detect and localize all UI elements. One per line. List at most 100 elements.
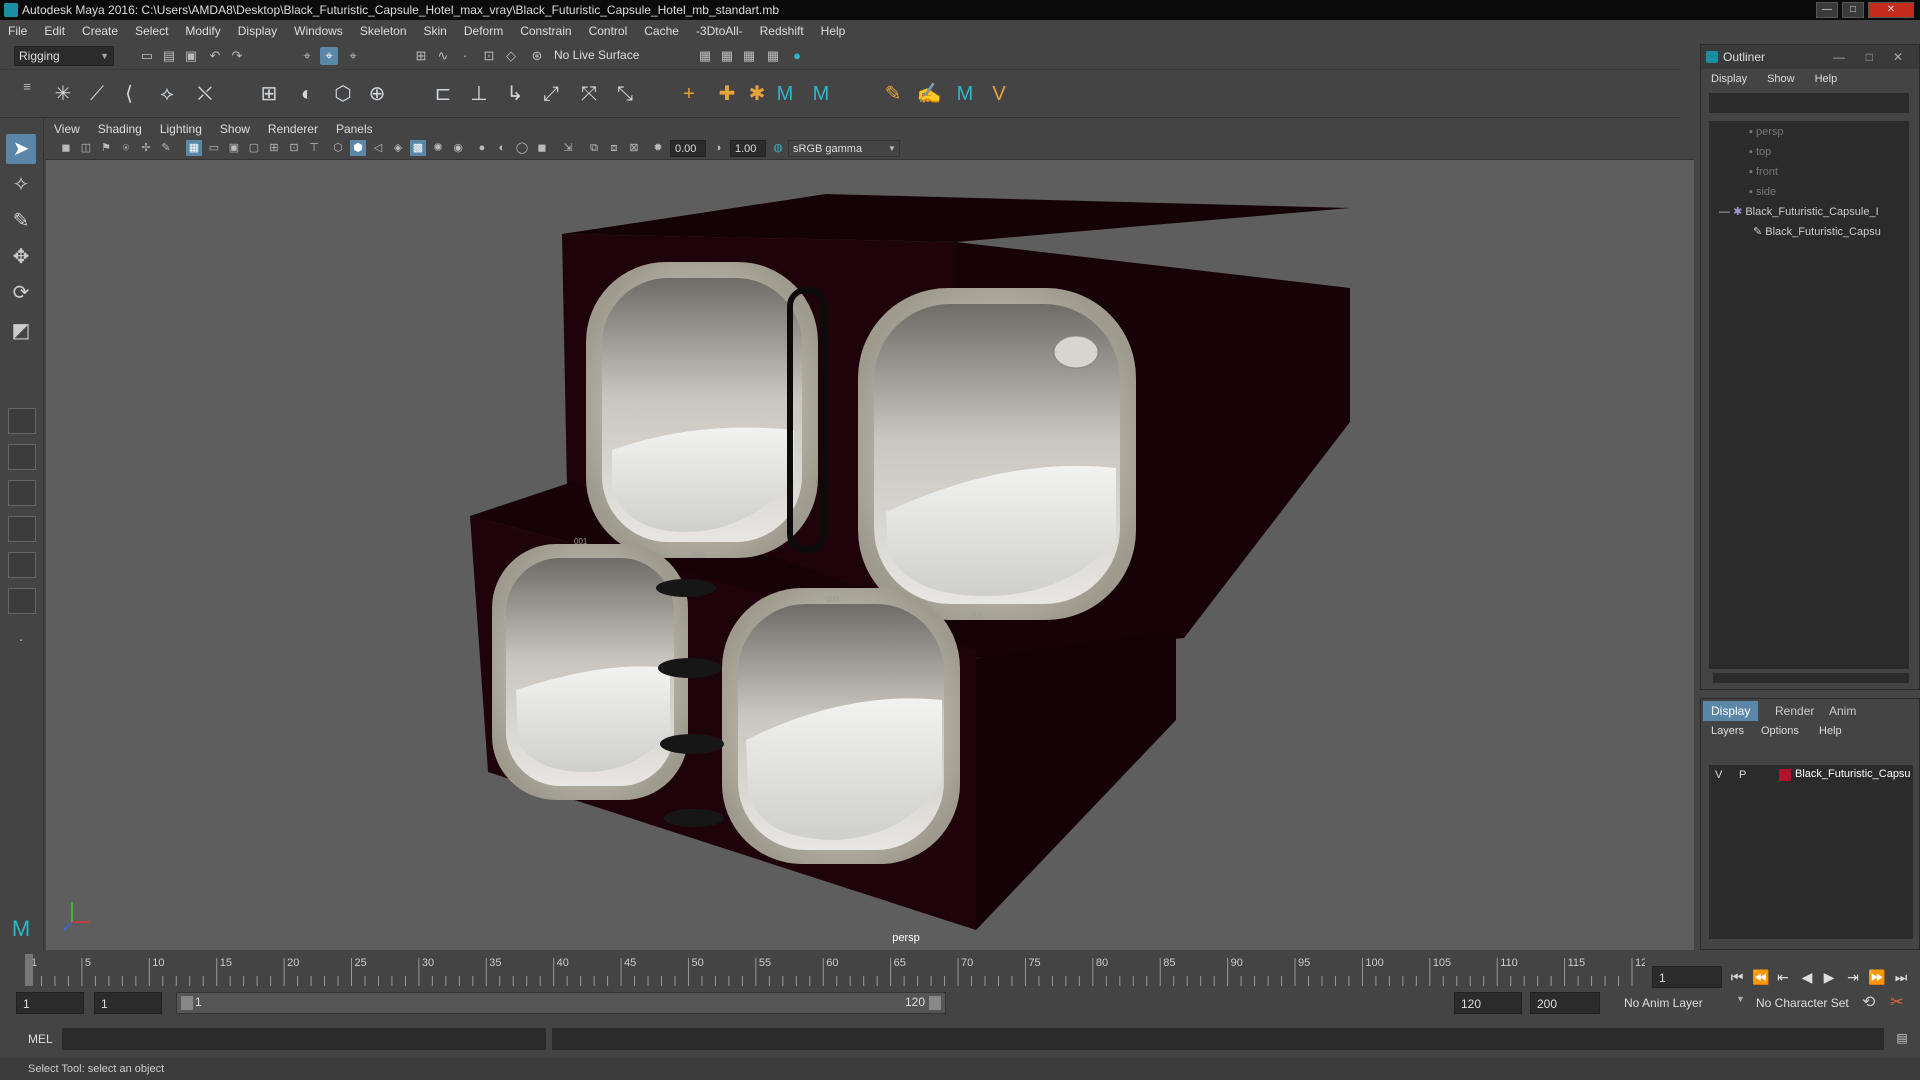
range-end-handle[interactable] [929, 996, 941, 1010]
hud-icon[interactable]: ⧉ [586, 140, 602, 156]
outliner-item-persp[interactable]: ▪ persp [1749, 123, 1784, 141]
orient-constraint-icon[interactable]: ↳ [500, 80, 530, 108]
layer-tab-anim[interactable]: Anim [1821, 701, 1864, 721]
paint-tool-icon[interactable]: ✎ [878, 80, 908, 108]
menu-control[interactable]: Control [581, 20, 637, 42]
camera-attributes-icon[interactable]: ◫ [78, 140, 94, 156]
select-object-icon[interactable]: ⌖ [320, 47, 338, 65]
anti-alias-icon[interactable]: ⊠ [626, 140, 642, 156]
panel-menu-show[interactable]: Show [212, 122, 260, 136]
paint-weights-icon[interactable]: ◐ [292, 80, 322, 108]
auto-key-icon[interactable]: ⟲ [1862, 992, 1875, 1012]
gate-mask-icon[interactable]: ▢ [246, 140, 262, 156]
color-management-icon[interactable]: ◍ [770, 140, 786, 156]
hypershade-icon[interactable]: ● [788, 47, 806, 65]
lasso-tool-icon[interactable]: ✧ [6, 170, 36, 200]
shelf-menu-icon[interactable]: ≡ [18, 78, 36, 96]
playback-end-field[interactable]: 120 [1454, 992, 1522, 1014]
outliner-minimize-icon[interactable]: — [1833, 45, 1845, 69]
ipr-render-icon[interactable]: ▦ [740, 47, 758, 65]
minimize-button[interactable]: — [1816, 2, 1838, 18]
panel-menu-view[interactable]: View [46, 122, 90, 136]
menu-edit[interactable]: Edit [36, 20, 74, 42]
menu-skeleton[interactable]: Skeleton [352, 20, 416, 42]
script-language-label[interactable]: MEL [28, 1032, 53, 1046]
step-forward-key-icon[interactable]: ⏩ [1868, 968, 1886, 986]
pole-vector-icon[interactable]: ⤡ [610, 80, 640, 108]
gamma-field[interactable]: 1.00 [730, 140, 766, 157]
wireframe-icon[interactable]: ⬡ [330, 140, 346, 156]
menu-skin[interactable]: Skin [416, 20, 456, 42]
close-button[interactable]: ✕ [1868, 2, 1914, 18]
outliner-menu-help[interactable]: Help [1805, 73, 1848, 85]
current-time-marker[interactable] [25, 954, 33, 986]
menu-select[interactable]: Select [127, 20, 177, 42]
exposure-field[interactable]: 0.00 [670, 140, 706, 157]
play-forward-icon[interactable]: ▶ [1820, 968, 1838, 986]
layer-menu-layers[interactable]: Layers [1711, 725, 1744, 737]
humanik-icon[interactable]: ⛌ [190, 80, 220, 108]
bookmark-icon[interactable]: ⚑ [98, 140, 114, 156]
save-scene-icon[interactable]: ▣ [182, 47, 200, 65]
snap-view-icon[interactable]: ⊡ [480, 47, 498, 65]
outliner-menu-display[interactable]: Display [1701, 73, 1757, 85]
safe-title-icon[interactable]: ⊤ [306, 140, 322, 156]
aim-constraint-icon[interactable]: ⤧ [574, 80, 604, 108]
render-view-icon[interactable]: ▦ [696, 47, 714, 65]
anim-layer-chevron-icon[interactable]: ▼ [1736, 994, 1745, 1004]
maya-m3-icon[interactable]: M [950, 80, 980, 108]
menuset-dropdown[interactable]: Rigging ▼ [14, 46, 114, 66]
menu-windows[interactable]: Windows [286, 20, 352, 42]
outliner-menu-show[interactable]: Show [1757, 73, 1805, 85]
live-surface-icon[interactable]: ⊛ [528, 47, 546, 65]
open-scene-icon[interactable]: ▤ [160, 47, 178, 65]
textured-icon[interactable]: ▩ [410, 140, 426, 156]
custom-layout-icon[interactable] [8, 588, 36, 614]
menu-file[interactable]: File [0, 20, 36, 42]
locator-joint-icon[interactable]: ✚ [712, 80, 742, 108]
command-input[interactable] [62, 1028, 546, 1050]
rotate-tool-icon[interactable]: ⟳ [6, 278, 36, 308]
image-plane-icon[interactable]: ⍟ [118, 140, 134, 156]
script-editor-icon[interactable]: ▤ [1892, 1028, 1912, 1048]
anim-layer-dropdown[interactable]: No Anim Layer [1624, 996, 1703, 1010]
view-transform-chevron-icon[interactable]: ▼ [884, 141, 900, 157]
scale-constraint-icon[interactable]: ⤢ [536, 80, 566, 108]
lighting-icon[interactable]: ✺ [430, 140, 446, 156]
xray-joints-icon[interactable]: ◐ [494, 140, 510, 156]
current-frame-field[interactable]: 1 [1652, 966, 1722, 988]
parent-constraint-icon[interactable]: ⊏ [428, 80, 458, 108]
undo-icon[interactable]: ↶ [206, 47, 224, 65]
single-view-layout-icon[interactable] [8, 408, 36, 434]
motion-blur-icon[interactable]: ⧈ [606, 140, 622, 156]
layer-playback-toggle[interactable]: P [1739, 769, 1746, 781]
paint-select-icon[interactable]: ✎ [6, 206, 36, 236]
layer-tab-render[interactable]: Render [1767, 701, 1822, 721]
menu-create[interactable]: Create [74, 20, 127, 42]
outliner-maximize-icon[interactable]: □ [1866, 45, 1873, 69]
panel-menu-shading[interactable]: Shading [90, 122, 152, 136]
lattice-icon[interactable]: ⬡ [328, 80, 358, 108]
layer-tab-display[interactable]: Display [1703, 701, 1759, 721]
menu-constrain[interactable]: Constrain [512, 20, 580, 42]
time-slider[interactable]: 1 5 10 15 20 25 30 35 40 45 50 55 60 65 70 75 80 85 90 95 10… [20, 950, 1653, 988]
shadows-icon[interactable]: ◉ [450, 140, 466, 156]
outliner-item-top[interactable]: ▪ top [1749, 143, 1771, 161]
locator-icon[interactable]: + [674, 80, 704, 108]
four-view-layout-icon[interactable] [8, 444, 36, 470]
layer-color-swatch[interactable] [1779, 769, 1791, 781]
live-surface-field[interactable]: No Live Surface [550, 46, 654, 66]
viewport-persp[interactable]: 001 002 003 004 persp [46, 160, 1694, 950]
mirror-joint-icon[interactable]: ⟡ [152, 80, 182, 108]
scale-tool-icon[interactable]: ◩ [6, 316, 36, 346]
camera-select-icon[interactable]: ◼ [58, 140, 74, 156]
snap-point-icon[interactable]: ∙ [456, 47, 474, 65]
wireframe-on-shaded-icon[interactable]: ◈ [390, 140, 406, 156]
select-tool-icon[interactable]: ➤ [6, 134, 36, 164]
outliner-search-field[interactable] [1709, 93, 1909, 113]
range-start-handle[interactable] [181, 996, 193, 1010]
isolate-select-icon[interactable]: ⇲ [560, 140, 576, 156]
point-constraint-icon[interactable]: ⊥ [464, 80, 494, 108]
field-chart-icon[interactable]: ⊞ [266, 140, 282, 156]
menu-display[interactable]: Display [230, 20, 286, 42]
